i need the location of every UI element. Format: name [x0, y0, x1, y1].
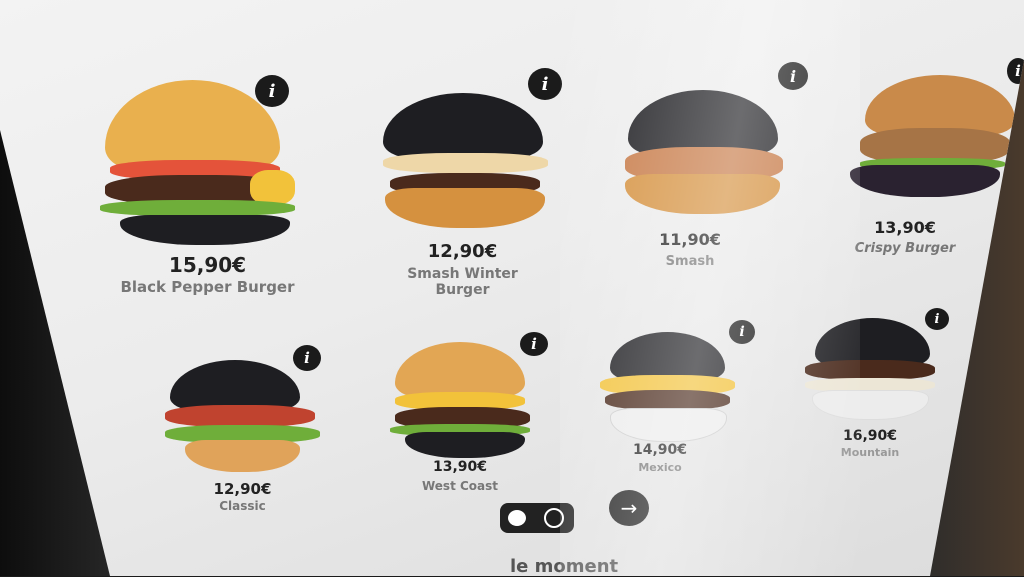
- item-price: 14,90€: [632, 442, 688, 458]
- item-name: Black Pepper Burger: [120, 278, 295, 296]
- item-name: Classic: [219, 499, 266, 513]
- toggle-switch-icon: [508, 510, 526, 526]
- info-icon[interactable]: i: [293, 345, 321, 371]
- info-icon[interactable]: i: [729, 320, 755, 344]
- item-price: 15,90€: [168, 253, 247, 277]
- burger-image: [845, 70, 1015, 205]
- menu-item-card[interactable]: i 15,90€ Black Pepper Burger: [100, 75, 315, 305]
- item-price: 12,90€: [427, 241, 498, 262]
- menu-item-card[interactable]: i 13,90€ West Coast: [380, 332, 550, 512]
- menu-item-card[interactable]: i 12,90€ Classic: [160, 345, 325, 525]
- info-icon[interactable]: i: [255, 75, 289, 107]
- item-price: 16,90€: [842, 428, 898, 444]
- item-name: Crispy Burger: [854, 241, 956, 256]
- item-price: 13,90€: [874, 218, 936, 237]
- item-name: Mountain: [840, 446, 900, 459]
- info-icon[interactable]: i: [778, 62, 808, 90]
- item-price: 11,90€: [659, 230, 721, 249]
- next-button[interactable]: →: [609, 490, 649, 526]
- burger-image: [380, 332, 540, 462]
- menu-item-card[interactable]: i 12,90€ Smash Winter Burger: [375, 68, 562, 308]
- burger-image: [800, 308, 945, 428]
- burger-image: [620, 62, 790, 217]
- burger-image: [595, 320, 745, 442]
- item-name: Smash Winter Burger: [407, 266, 518, 299]
- item-name: West Coast: [421, 479, 499, 493]
- info-icon[interactable]: i: [925, 308, 949, 330]
- toggle-switch[interactable]: [500, 503, 574, 533]
- burger-image: [375, 68, 550, 228]
- menu-item-card[interactable]: i 14,90€ Mexico: [595, 320, 760, 480]
- arrow-right-icon: →: [620, 496, 638, 520]
- item-name: Mexico: [638, 461, 682, 474]
- info-icon[interactable]: i: [520, 332, 548, 356]
- menu-item-card[interactable]: i 16,90€ Mountain: [800, 308, 960, 468]
- item-price: 13,90€: [432, 459, 488, 475]
- info-icon[interactable]: i: [528, 68, 562, 100]
- footer-text: le moment: [510, 556, 619, 577]
- menu-item-card[interactable]: i 11,90€ Smash: [620, 62, 810, 277]
- item-price: 12,90€: [213, 480, 272, 498]
- item-name: Smash: [665, 254, 715, 269]
- kiosk-screen: i 15,90€ Black Pepper Burger i 12,90€ Sm…: [0, 0, 1024, 576]
